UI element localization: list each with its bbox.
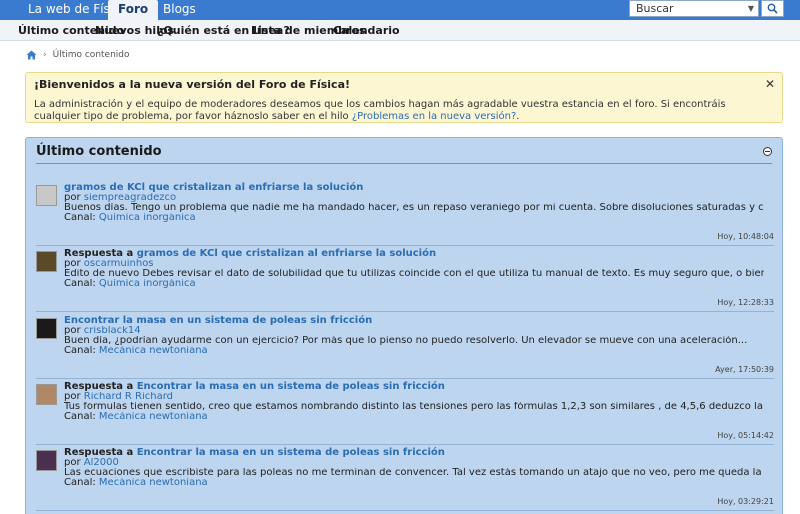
avatar[interactable]	[36, 251, 57, 272]
timestamp: Hoy, 12:28:33	[717, 298, 774, 307]
item-title-line: Respuesta a gramos de KCl que cristaliza…	[64, 249, 764, 259]
activity-item: Respuesta a gramos de KCl que cristaliza…	[36, 246, 774, 312]
notice-text-end: .	[516, 111, 520, 122]
by-label: por	[64, 326, 81, 336]
channel-link[interactable]: Química inorgánica	[99, 213, 196, 223]
timestamp: Hoy, 05:14:42	[717, 431, 774, 440]
subnav-calendario[interactable]: Calendario	[333, 24, 400, 37]
activity-item-text: Respuesta a gramos de KCl que cristaliza…	[64, 249, 764, 289]
by-label: por	[64, 193, 81, 203]
channel-label: Canal:	[64, 279, 96, 289]
timestamp: Hoy, 10:48:04	[717, 232, 774, 241]
search-scope-caret-icon[interactable]: ▼	[748, 1, 754, 16]
excerpt: Edito de nuevo Debes revisar el dato de …	[64, 269, 764, 279]
close-icon[interactable]: ✕	[765, 77, 775, 91]
breadcrumb: › Último contenido	[26, 48, 130, 62]
breadcrumb-current: Último contenido	[52, 50, 130, 60]
channel-link[interactable]: Mecánica newtoniana	[99, 478, 208, 488]
thread-title-link[interactable]: gramos de KCl que cristalizan al enfriar…	[64, 182, 363, 193]
channel-label: Canal:	[64, 412, 96, 422]
reply-prefix: Respuesta a	[64, 447, 134, 458]
sub-navigation: Último contenido Nuevos hilos ¿Quién est…	[0, 20, 800, 41]
activity-item: Respuesta a Encontrar la masa en un sist…	[36, 379, 774, 445]
channel-line: Canal: Química inorgánica	[64, 213, 764, 223]
author-link[interactable]: siempreagradezco	[84, 193, 176, 203]
search-input[interactable]: Buscar ▼	[629, 0, 759, 17]
excerpt: Buenos días. Tengo un problema que nadie…	[64, 203, 764, 213]
reply-prefix: Respuesta a	[64, 381, 134, 392]
thread-title-link[interactable]: Encontrar la masa en un sistema de polea…	[64, 315, 372, 326]
excerpt: Tus formulas tienen sentido, creo que es…	[64, 402, 764, 412]
author-link[interactable]: Richard R Richard	[84, 392, 173, 402]
activity-item: Respuesta a Encontrar la masa en un sist…	[36, 445, 774, 511]
search-icon	[767, 3, 778, 14]
tab-blogs[interactable]: Blogs	[153, 0, 206, 20]
author-line: por crisblack14	[64, 326, 764, 336]
channel-line: Canal: Mecánica newtoniana	[64, 412, 764, 422]
author-link[interactable]: Al2000	[84, 458, 119, 468]
channel-link[interactable]: Química inorgánica	[99, 279, 196, 289]
channel-line: Canal: Mecánica newtoniana	[64, 346, 764, 356]
author-line: por Al2000	[64, 458, 764, 468]
item-title-line: gramos de KCl que cristalizan al enfriar…	[64, 183, 764, 193]
activity-item: gramos de KCl que cristalizan al enfriar…	[36, 180, 774, 246]
activity-item-text: Encontrar la masa en un sistema de polea…	[64, 316, 764, 356]
tab-foro[interactable]: Foro	[108, 0, 159, 20]
by-label: por	[64, 458, 81, 468]
divider	[36, 163, 772, 164]
timestamp: Hoy, 03:29:21	[717, 497, 774, 506]
by-label: por	[64, 259, 81, 269]
search-button[interactable]	[761, 0, 784, 17]
activity-item: Encontrar la masa en un sistema de polea…	[36, 313, 774, 379]
collapse-icon[interactable]	[763, 147, 772, 156]
breadcrumb-separator-icon: ›	[43, 50, 47, 60]
channel-link[interactable]: Mecánica newtoniana	[99, 412, 208, 422]
notice-body: La administración y el equipo de moderad…	[34, 99, 774, 123]
author-line: por Richard R Richard	[64, 392, 764, 402]
latest-content-panel: Último contenido gramos de KCl que crist…	[25, 137, 783, 514]
avatar[interactable]	[36, 318, 57, 339]
avatar[interactable]	[36, 185, 57, 206]
item-title-line: Respuesta a Encontrar la masa en un sist…	[64, 448, 764, 458]
notice-problems-link[interactable]: ¿Problemas en la nueva versión?	[352, 111, 516, 122]
item-title-line: Respuesta a Encontrar la masa en un sist…	[64, 382, 764, 392]
avatar[interactable]	[36, 384, 57, 405]
channel-line: Canal: Mecánica newtoniana	[64, 478, 764, 488]
search-placeholder: Buscar	[636, 2, 674, 15]
top-navigation-bar: La web de Física Foro Blogs Buscar ▼	[0, 0, 800, 20]
thread-title-link[interactable]: Encontrar la masa en un sistema de polea…	[137, 447, 445, 458]
reply-prefix: Respuesta a	[64, 248, 134, 259]
author-link[interactable]: oscarmuinhos	[84, 259, 154, 269]
panel-title: Último contenido	[36, 144, 162, 159]
activity-item-text: Respuesta a Encontrar la masa en un sist…	[64, 382, 764, 422]
channel-line: Canal: Química inorgánica	[64, 279, 764, 289]
excerpt: Las ecuaciones que escribiste para las p…	[64, 468, 764, 478]
thread-title-link[interactable]: Encontrar la masa en un sistema de polea…	[137, 381, 445, 392]
activity-item-text: Respuesta a Encontrar la masa en un sist…	[64, 448, 764, 488]
timestamp: Ayer, 17:50:39	[715, 365, 774, 374]
thread-title-link[interactable]: gramos de KCl que cristalizan al enfriar…	[137, 248, 436, 259]
channel-label: Canal:	[64, 478, 96, 488]
by-label: por	[64, 392, 81, 402]
home-icon[interactable]	[26, 50, 37, 60]
excerpt: Buen día, ¿podrían ayudarme con un ejerc…	[64, 336, 748, 346]
author-line: por siempreagradezco	[64, 193, 764, 203]
welcome-notice: ¡Bienvenidos a la nueva versión del Foro…	[25, 72, 783, 123]
item-title-line: Encontrar la masa en un sistema de polea…	[64, 316, 764, 326]
author-link[interactable]: crisblack14	[84, 326, 141, 336]
avatar[interactable]	[36, 450, 57, 471]
channel-label: Canal:	[64, 346, 96, 356]
channel-link[interactable]: Mecánica newtoniana	[99, 346, 208, 356]
author-line: por oscarmuinhos	[64, 259, 764, 269]
channel-label: Canal:	[64, 213, 96, 223]
activity-item-text: gramos de KCl que cristalizan al enfriar…	[64, 183, 764, 223]
notice-title: ¡Bienvenidos a la nueva versión del Foro…	[34, 78, 351, 91]
